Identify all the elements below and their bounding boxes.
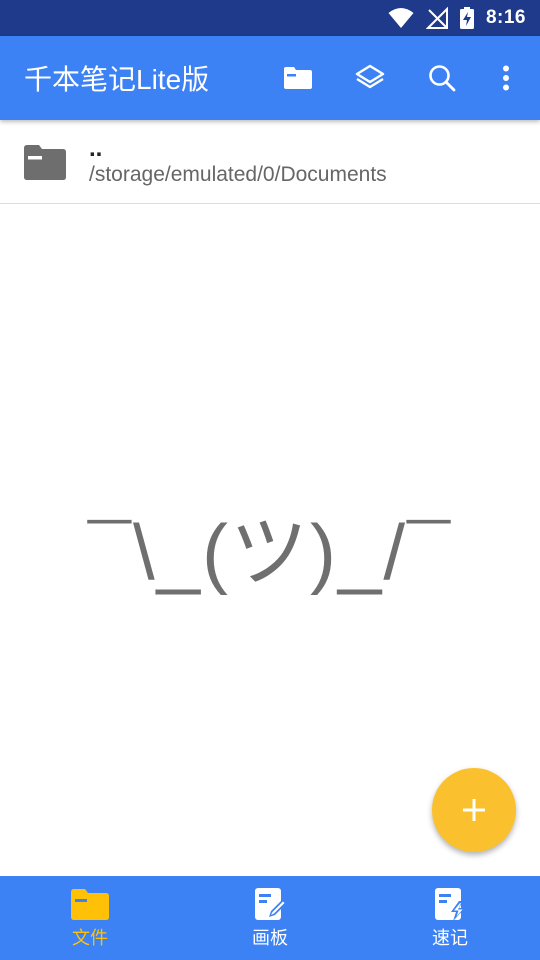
nav-item-quick-note[interactable]: 速记 xyxy=(360,876,540,960)
bottom-navigation: 文件 画板 速记 xyxy=(0,876,540,960)
nav-item-files[interactable]: 文件 xyxy=(0,876,180,960)
more-vert-icon xyxy=(503,65,509,91)
quick-note-icon xyxy=(430,886,470,922)
nav-label-drawing-board: 画板 xyxy=(252,928,288,948)
folder-icon xyxy=(23,143,67,181)
status-bar: 8:16 xyxy=(0,0,540,36)
open-folder-button[interactable] xyxy=(262,36,334,120)
empty-state-shrug: ¯\_(ツ)_/¯ xyxy=(87,508,453,596)
search-button[interactable] xyxy=(406,36,478,120)
plus-icon xyxy=(463,799,485,821)
nav-label-quick-note: 速记 xyxy=(432,928,468,948)
folder-icon xyxy=(284,67,312,89)
app-title: 千本笔记Lite版 xyxy=(24,64,210,95)
no-signal-icon xyxy=(425,6,448,30)
status-time: 8:16 xyxy=(485,7,526,28)
app-bar: 千本笔记Lite版 xyxy=(0,36,540,120)
item-texts: .. /storage/emulated/0/Documents xyxy=(89,135,387,189)
drawing-board-icon xyxy=(250,886,290,922)
search-icon xyxy=(429,65,456,92)
add-button[interactable] xyxy=(432,768,516,852)
wifi-icon xyxy=(388,6,414,30)
layers-button[interactable] xyxy=(334,36,406,120)
nav-label-files: 文件 xyxy=(72,928,108,948)
screen: 8:16 千本笔记Lite版 .. /storage/emulated/0/Do xyxy=(0,0,540,960)
parent-directory-item[interactable]: .. /storage/emulated/0/Documents xyxy=(0,120,540,204)
layers-icon xyxy=(355,64,385,89)
battery-charging-icon xyxy=(459,6,474,30)
item-path: /storage/emulated/0/Documents xyxy=(89,162,387,186)
folder-icon xyxy=(70,886,110,922)
nav-item-drawing-board[interactable]: 画板 xyxy=(180,876,360,960)
app-bar-actions xyxy=(262,36,540,120)
item-name: .. xyxy=(89,134,103,162)
more-options-button[interactable] xyxy=(478,36,534,120)
